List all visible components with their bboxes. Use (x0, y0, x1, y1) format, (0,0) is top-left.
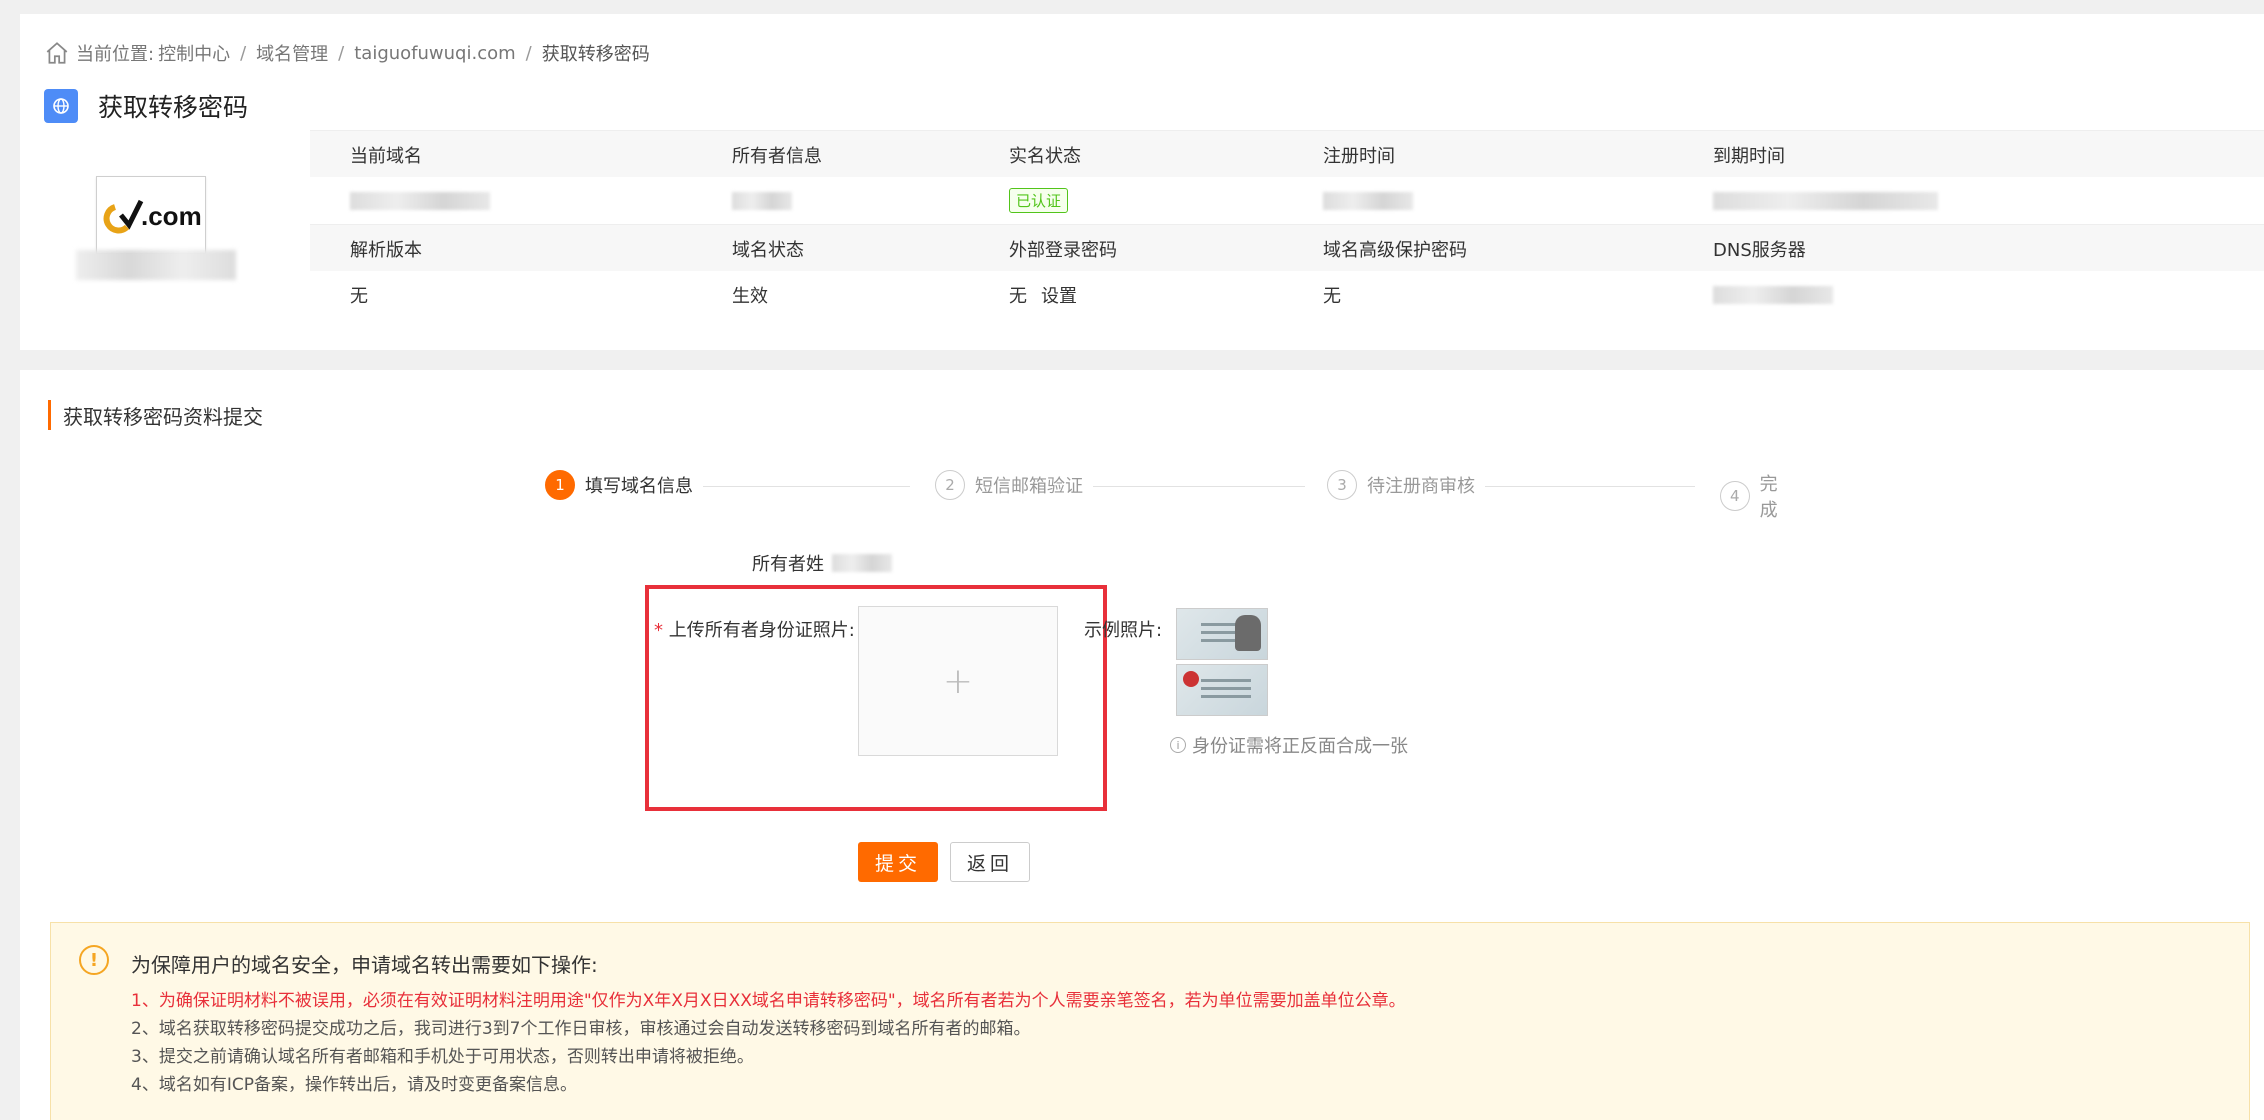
notice-title: 为保障用户的域名安全，申请域名转出需要如下操作: (131, 953, 598, 977)
id-portrait (1235, 615, 1261, 651)
transfer-form-card: 获取转移密码资料提交 1 填写域名信息 2 短信邮箱验证 3 待注册商审核 4 … (20, 370, 2264, 1120)
example-id-back-image (1176, 664, 1268, 716)
upload-id-photo-button[interactable]: + (858, 606, 1058, 756)
header-realname-status: 实名状态 (1009, 145, 1081, 167)
header-current-domain: 当前域名 (350, 145, 422, 167)
header-advanced-protection: 域名高级保护密码 (1323, 239, 1467, 261)
step-connector (1085, 486, 1305, 487)
notice-item: 2、域名获取转移密码提交成功之后，我司进行3到7个工作日审核，审核通过会自动发送… (131, 1019, 1031, 1039)
info-value-row-2: 无 生效 无 设置 无 (310, 271, 2264, 318)
example-id-front-image (1176, 608, 1268, 660)
breadcrumb-domain[interactable]: taiguofuwuqi.com (354, 43, 515, 64)
progress-steps: 1 填写域名信息 2 短信邮箱验证 3 待注册商审核 4 完成 (525, 470, 1805, 522)
value-advanced-protection: 无 (1323, 285, 1341, 307)
page-title: 获取转移密码 (98, 93, 249, 122)
set-external-password-link[interactable]: 设置 (1041, 282, 1077, 308)
info-value-row: 已认证 (310, 177, 2264, 224)
step-number: 3 (1327, 470, 1357, 500)
notice-item: 3、提交之前请确认域名所有者邮箱和手机处于可用状态，否则转出申请将被拒绝。 (131, 1047, 754, 1067)
info-header-row: 当前域名 所有者信息 实名状态 注册时间 到期时间 (310, 130, 2264, 177)
section-title: 获取转移密码资料提交 (48, 400, 263, 430)
owner-name-label: 所有者姓 (752, 554, 824, 575)
domain-info-table: 当前域名 所有者信息 实名状态 注册时间 到期时间 已认证 解析版本 域名状态 … (310, 130, 2264, 318)
header-owner-info: 所有者信息 (732, 145, 822, 167)
id-emblem-icon (1183, 671, 1199, 687)
transfer-notice: ! 为保障用户的域名安全，申请域名转出需要如下操作: 1、为确保证明材料不被误用… (50, 922, 2250, 1120)
breadcrumb-prefix: 当前位置: (76, 44, 155, 65)
value-dns-server-redacted (1713, 271, 1833, 318)
realname-verified-badge: 已认证 (1009, 188, 1069, 213)
header-dns-version: 解析版本 (350, 239, 422, 261)
breadcrumb-separator: / (240, 42, 247, 64)
value-realname-status: 已认证 (1009, 177, 1069, 224)
value-dns-version: 无 (350, 285, 368, 307)
step-4: 4 完成 (1720, 470, 1805, 522)
notice-list: 1、为确保证明材料不被误用，必须在有效证明材料注明用途"仅作为X年X月X日XX域… (131, 987, 1406, 1099)
upload-hint-text: 身份证需将正反面合成一张 (1192, 736, 1408, 757)
step-number: 1 (545, 470, 575, 500)
step-number: 4 (1720, 481, 1750, 511)
submit-button[interactable]: 提交 (858, 842, 938, 882)
domain-info-card: 当前位置: 控制中心 / 域名管理 / taiguofuwuqi.com / 获… (20, 14, 2264, 350)
header-domain-status: 域名状态 (732, 239, 804, 261)
breadcrumb-separator: / (338, 42, 345, 64)
external-password-value: 无 (1009, 285, 1027, 307)
step-3: 3 待注册商审核 (1327, 470, 1485, 500)
step-label: 短信邮箱验证 (975, 476, 1083, 497)
info-icon: i (1170, 737, 1186, 753)
value-expiry-time-redacted (1713, 177, 1938, 224)
back-button[interactable]: 返回 (950, 842, 1030, 882)
header-external-password: 外部登录密码 (1009, 239, 1117, 261)
value-registration-time-redacted (1323, 177, 1413, 224)
upload-hint: i 身份证需将正反面合成一张 (1170, 732, 1408, 758)
breadcrumb-current: 获取转移密码 (541, 44, 650, 65)
breadcrumb-control-center[interactable]: 控制中心 (158, 40, 230, 66)
breadcrumb-domain-management[interactable]: 域名管理 (256, 40, 328, 66)
header-registration-time: 注册时间 (1323, 145, 1395, 167)
globe-icon (44, 89, 78, 123)
header-dns-server: DNS服务器 (1713, 239, 1806, 261)
step-2: 2 短信邮箱验证 (935, 470, 1093, 500)
id-text-lines (1201, 679, 1251, 682)
value-domain-status: 生效 (732, 285, 768, 307)
step-1: 1 填写域名信息 (545, 470, 703, 500)
page-title-row: 获取转移密码 (44, 88, 248, 124)
required-asterisk: * (654, 620, 663, 641)
info-header-row-2: 解析版本 域名状态 外部登录密码 域名高级保护密码 DNS服务器 (310, 224, 2264, 271)
header-expiry-time: 到期时间 (1713, 145, 1785, 167)
domain-name-redacted (76, 250, 236, 280)
breadcrumb: 当前位置: 控制中心 / 域名管理 / taiguofuwuqi.com / 获… (44, 40, 650, 66)
upload-id-label: * 上传所有者身份证照片: (654, 616, 855, 642)
notice-item: 1、为确保证明材料不被误用，必须在有效证明材料注明用途"仅作为X年X月X日XX域… (131, 991, 1406, 1011)
step-connector (690, 486, 910, 487)
example-photo-label: 示例照片: (1084, 620, 1163, 641)
home-icon[interactable] (44, 40, 70, 66)
step-connector (1475, 486, 1695, 487)
value-external-password: 无 设置 (1009, 271, 1077, 318)
value-owner-info-redacted (732, 177, 792, 224)
warning-icon: ! (79, 945, 109, 975)
step-label: 待注册商审核 (1367, 476, 1475, 497)
plus-icon: + (942, 660, 974, 702)
step-label: 完成 (1759, 474, 1778, 521)
notice-item: 4、域名如有ICP备案，操作转出后，请及时变更备案信息。 (131, 1075, 577, 1095)
upload-id-label-text: 上传所有者身份证照片: (668, 620, 855, 641)
step-number: 2 (935, 470, 965, 500)
value-current-domain-redacted (350, 177, 490, 224)
breadcrumb-separator: / (525, 42, 532, 64)
logo-text: .com (141, 201, 202, 231)
step-label: 填写域名信息 (585, 476, 693, 497)
owner-name-row: 所有者姓 (752, 550, 892, 576)
owner-name-redacted (832, 554, 892, 572)
domain-logo: .com (96, 176, 206, 254)
